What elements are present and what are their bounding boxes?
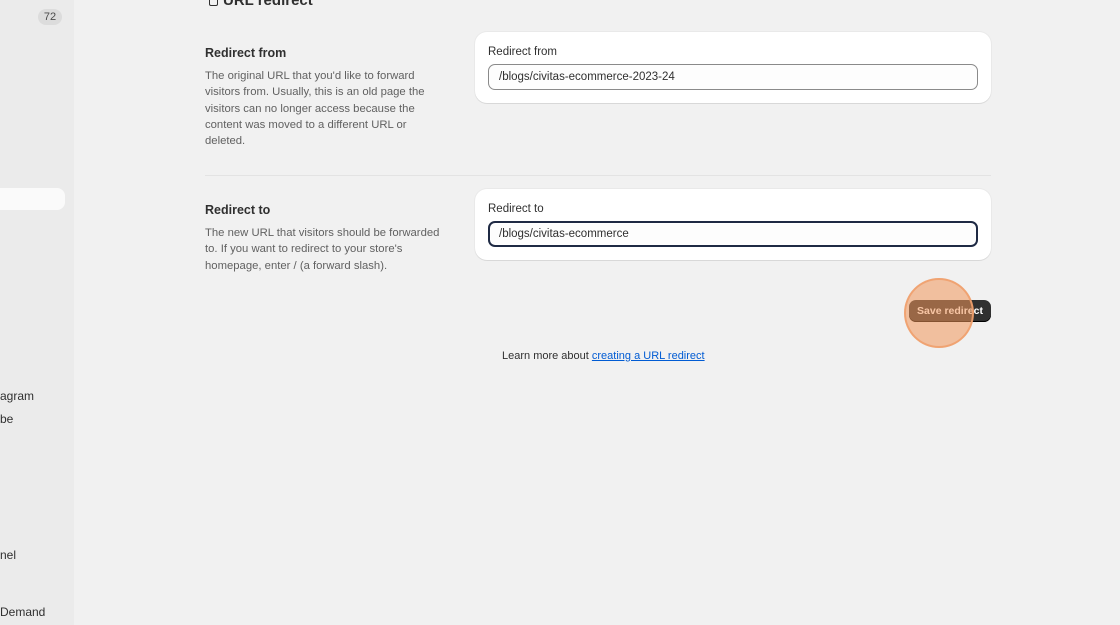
sidebar-selected-item[interactable] xyxy=(0,188,65,210)
page-title-text: URL redirect xyxy=(223,0,313,9)
redirect-to-input[interactable] xyxy=(488,221,978,247)
document-icon xyxy=(209,0,218,6)
learn-more-text: Learn more about creating a URL redirect xyxy=(502,350,705,362)
sidebar-item-channel[interactable]: nel xyxy=(0,548,16,562)
sidebar-item-demand[interactable]: Demand xyxy=(0,605,45,619)
save-redirect-button[interactable]: Save redirect xyxy=(909,300,991,322)
redirect-to-description: The new URL that visitors should be forw… xyxy=(205,227,440,272)
learn-more-link[interactable]: creating a URL redirect xyxy=(592,350,705,362)
redirect-from-description: The original URL that you'd like to forw… xyxy=(205,70,425,148)
redirect-from-input[interactable] xyxy=(488,64,978,90)
page-title: URL redirect xyxy=(209,0,313,9)
redirect-from-heading: Redirect from xyxy=(205,46,287,60)
section-divider xyxy=(205,175,991,176)
redirect-to-heading: Redirect to xyxy=(205,203,271,217)
redirect-to-card: Redirect to xyxy=(475,189,991,260)
redirect-from-card: Redirect from xyxy=(475,32,991,103)
redirect-to-label: Redirect to xyxy=(488,203,544,215)
sidebar-item-instagram[interactable]: agram xyxy=(0,389,34,403)
redirect-from-label: Redirect from xyxy=(488,46,558,58)
count-badge: 72 xyxy=(38,9,62,25)
sidebar-item-youtube[interactable]: be xyxy=(0,412,13,426)
main-content: URL redirect Redirect from The original … xyxy=(74,0,1120,625)
sidebar: 72 agram be nel Demand xyxy=(0,0,74,625)
learn-more-prefix: Learn more about xyxy=(502,350,592,362)
